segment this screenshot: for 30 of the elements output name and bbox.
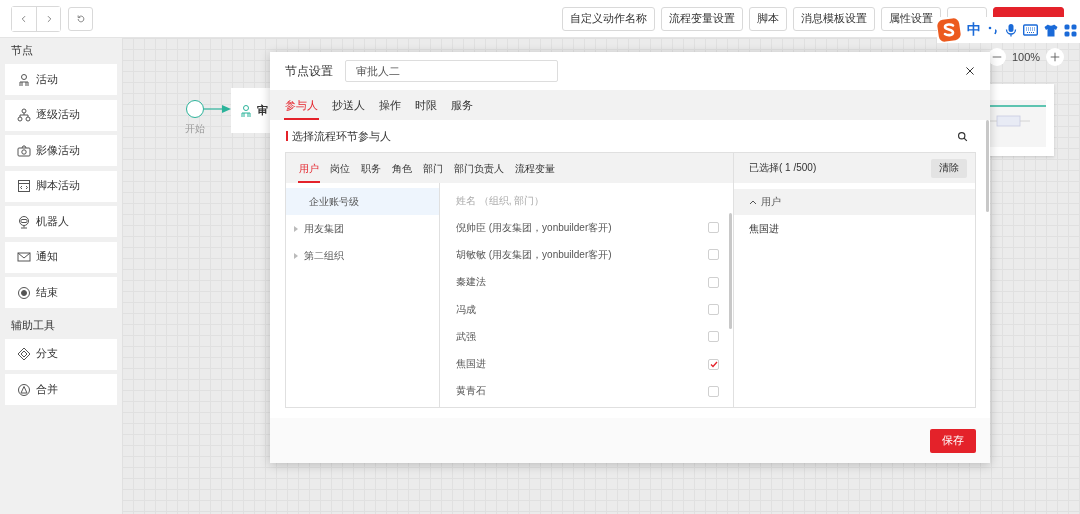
column-header: 姓名 （组织, 部门） xyxy=(456,194,546,208)
user-name: 秦建法 xyxy=(456,275,486,290)
section-title: 辅助工具 xyxy=(10,317,56,333)
palette-item-label: 合并 xyxy=(36,382,58,397)
org-name: 第二组织 xyxy=(304,248,344,263)
start-label: 开始 xyxy=(185,122,205,136)
user-name: 冯成 xyxy=(456,302,476,317)
user-name: 胡敏敏 (用友集团，yonbuilder客开) xyxy=(456,247,612,262)
org-name: 用友集团 xyxy=(304,221,344,236)
zoom-level: 100% xyxy=(1012,51,1041,63)
selected-count: 已选择( 1 /500) xyxy=(749,161,817,175)
group-label: 用户 xyxy=(761,195,781,209)
user-name: 黄青石 xyxy=(456,384,486,399)
selected-user: 焦国进 xyxy=(749,222,779,236)
node-label: 审 xyxy=(257,103,268,118)
user-name: 焦国进 xyxy=(456,357,486,372)
palette-item-label: 脚本活动 xyxy=(36,179,80,193)
section-title: 节点 xyxy=(10,43,34,58)
org-name: 企业账号级 xyxy=(309,194,359,209)
palette-item-label: 逐级活动 xyxy=(36,108,80,122)
user-name: 倪帅臣 (用友集团，yonbuilder客开) xyxy=(456,220,612,235)
palette-item-label: 活动 xyxy=(36,72,58,87)
palette-item-label: 影像活动 xyxy=(36,143,80,158)
user-name: 武强 xyxy=(456,329,476,344)
palette-item-label: 分支 xyxy=(36,347,58,361)
palette-item-label: 结束 xyxy=(36,285,58,300)
palette-item-label: 机器人 xyxy=(36,214,69,229)
section-heading: 选择流程环节参与人 xyxy=(286,131,391,141)
dialog-title: 节点设置 xyxy=(285,63,333,79)
palette-item-label: 通知 xyxy=(36,250,58,264)
